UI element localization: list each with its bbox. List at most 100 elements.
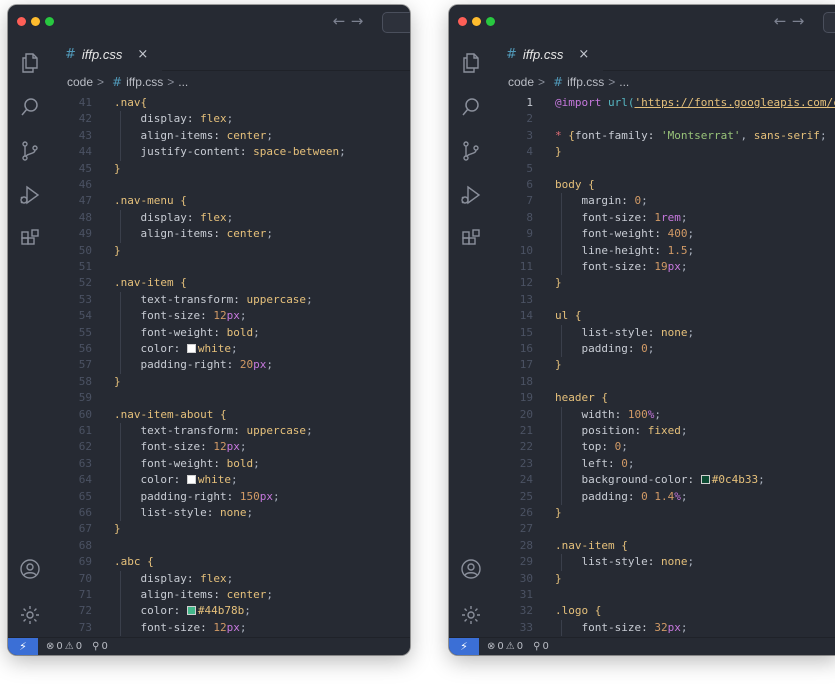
code-line[interactable]: 60 .nav-item-about { — [52, 407, 410, 423]
code-line[interactable]: 50} — [52, 243, 410, 259]
source-control-icon[interactable] — [8, 133, 52, 169]
code-line[interactable]: 11 font-size: 19px; — [493, 259, 835, 275]
code-line[interactable]: 28 .nav-item { — [493, 538, 835, 554]
close-tab-icon[interactable]: × — [137, 47, 148, 62]
code-line[interactable]: 46 — [52, 177, 410, 193]
code-line[interactable]: 13 — [493, 292, 835, 308]
account-icon[interactable] — [8, 551, 52, 587]
code-line[interactable]: 69 .abc { — [52, 554, 410, 570]
source-control-icon[interactable] — [449, 133, 493, 169]
zoom-window-button[interactable] — [486, 17, 495, 26]
code-line[interactable]: 4} — [493, 144, 835, 160]
code-line[interactable]: 25 padding: 0 1.4%; — [493, 489, 835, 505]
breadcrumb-folder[interactable]: code — [67, 75, 93, 89]
code-line[interactable]: 65 padding-right: 150px; — [52, 489, 410, 505]
code-line[interactable]: 2 — [493, 111, 835, 127]
code-line[interactable]: 57 padding-right: 20px; — [52, 357, 410, 373]
close-window-button[interactable] — [458, 17, 467, 26]
color-swatch[interactable] — [186, 606, 196, 616]
code-line[interactable]: 59 — [52, 390, 410, 406]
run-debug-icon[interactable] — [449, 177, 493, 213]
code-line[interactable]: 12} — [493, 275, 835, 291]
tab-iffp-css[interactable]: # iffp.css × — [493, 37, 603, 71]
minimize-window-button[interactable] — [472, 17, 481, 26]
extensions-icon[interactable] — [8, 221, 52, 257]
settings-gear-icon[interactable] — [449, 597, 493, 633]
code-line[interactable]: 9 font-weight: 400; — [493, 226, 835, 242]
code-line[interactable]: 64 color: white; — [52, 472, 410, 488]
command-center[interactable] — [823, 12, 835, 33]
code-line[interactable]: 42 display: flex; — [52, 111, 410, 127]
account-icon[interactable] — [449, 551, 493, 587]
code-line[interactable]: 43 align-items: center; — [52, 128, 410, 144]
code-line[interactable]: 66 list-style: none; — [52, 505, 410, 521]
code-line[interactable]: 33 font-size: 32px; — [493, 620, 835, 636]
remote-indicator-icon[interactable]: ⚡ — [449, 637, 479, 655]
code-line[interactable]: 63 font-weight: bold; — [52, 456, 410, 472]
code-line[interactable]: 22 top: 0; — [493, 439, 835, 455]
forward-arrow-icon[interactable]: → — [789, 12, 807, 30]
forward-arrow-icon[interactable]: → — [348, 12, 366, 30]
code-line[interactable]: 67} — [52, 521, 410, 537]
extensions-icon[interactable] — [449, 221, 493, 257]
command-center[interactable] — [382, 12, 410, 33]
code-line[interactable]: 56 color: white; — [52, 341, 410, 357]
explorer-icon[interactable] — [8, 45, 52, 81]
color-swatch[interactable] — [186, 475, 196, 485]
code-editor[interactable]: 41 .nav{42 display: flex; 43 align-items: … — [52, 93, 410, 637]
breadcrumb-symbols[interactable]: ... — [178, 75, 188, 89]
code-line[interactable]: 70 display: flex; — [52, 571, 410, 587]
code-line[interactable]: 7 margin: 0; — [493, 193, 835, 209]
ports-indicator[interactable]: ⚲ 0 — [533, 641, 549, 652]
code-line[interactable]: 61 text-transform: uppercase; — [52, 423, 410, 439]
zoom-window-button[interactable] — [45, 17, 54, 26]
code-line[interactable]: 29 list-style: none; — [493, 554, 835, 570]
code-line[interactable]: 51 — [52, 259, 410, 275]
problems-indicator[interactable]: ⊗ 0 ⚠ 0 — [487, 641, 523, 652]
code-line[interactable]: 21 position: fixed; — [493, 423, 835, 439]
code-line[interactable]: 72 color: #44b78b; — [52, 603, 410, 619]
code-line[interactable]: 6 body { — [493, 177, 835, 193]
code-line[interactable]: 10 line-height: 1.5; — [493, 243, 835, 259]
code-line[interactable]: 48 display: flex; — [52, 210, 410, 226]
code-line[interactable]: 73 font-size: 12px; — [52, 620, 410, 636]
tab-iffp-css[interactable]: # iffp.css × — [52, 37, 162, 71]
code-line[interactable]: 16 padding: 0; — [493, 341, 835, 357]
code-line[interactable]: 17} — [493, 357, 835, 373]
code-line[interactable]: 41 .nav{ — [52, 95, 410, 111]
breadcrumb-symbols[interactable]: ... — [619, 75, 629, 89]
problems-indicator[interactable]: ⊗ 0 ⚠ 0 — [46, 641, 82, 652]
run-debug-icon[interactable] — [8, 177, 52, 213]
code-line[interactable]: 3 * {font-family: 'Montserrat', sans-seri… — [493, 128, 835, 144]
code-line[interactable]: 54 font-size: 12px; — [52, 308, 410, 324]
code-line[interactable]: 14 ul { — [493, 308, 835, 324]
code-line[interactable]: 30} — [493, 571, 835, 587]
breadcrumb-file[interactable]: iffp.css — [126, 75, 163, 89]
code-line[interactable]: 52 .nav-item { — [52, 275, 410, 291]
back-arrow-icon[interactable]: ← — [771, 12, 789, 30]
code-line[interactable]: 20 width: 100%; — [493, 407, 835, 423]
search-icon[interactable] — [8, 89, 52, 125]
explorer-icon[interactable] — [449, 45, 493, 81]
color-swatch[interactable] — [186, 344, 196, 353]
code-line[interactable]: 44 justify-content: space-between; — [52, 144, 410, 160]
code-line[interactable]: 1 @import url('https://fonts.googleapis.c… — [493, 95, 835, 111]
code-line[interactable]: 62 font-size: 12px; — [52, 439, 410, 455]
code-line[interactable]: 31 — [493, 587, 835, 603]
code-line[interactable]: 32 .logo { — [493, 603, 835, 619]
code-line[interactable]: 23 left: 0; — [493, 456, 835, 472]
code-line[interactable]: 68 — [52, 538, 410, 554]
code-editor[interactable]: 1 @import url('https://fonts.googleapis.c… — [493, 93, 835, 637]
code-line[interactable]: 71 align-items: center; — [52, 587, 410, 603]
code-line[interactable]: 45} — [52, 161, 410, 177]
code-line[interactable]: 5 — [493, 161, 835, 177]
code-line[interactable]: 26} — [493, 505, 835, 521]
color-swatch[interactable] — [700, 475, 710, 485]
code-line[interactable]: 27 — [493, 521, 835, 537]
ports-indicator[interactable]: ⚲ 0 — [92, 641, 108, 652]
code-line[interactable]: 18 — [493, 374, 835, 390]
minimize-window-button[interactable] — [31, 17, 40, 26]
code-line[interactable]: 47 .nav-menu { — [52, 193, 410, 209]
breadcrumb-folder[interactable]: code — [508, 75, 534, 89]
code-line[interactable]: 55 font-weight: bold; — [52, 325, 410, 341]
